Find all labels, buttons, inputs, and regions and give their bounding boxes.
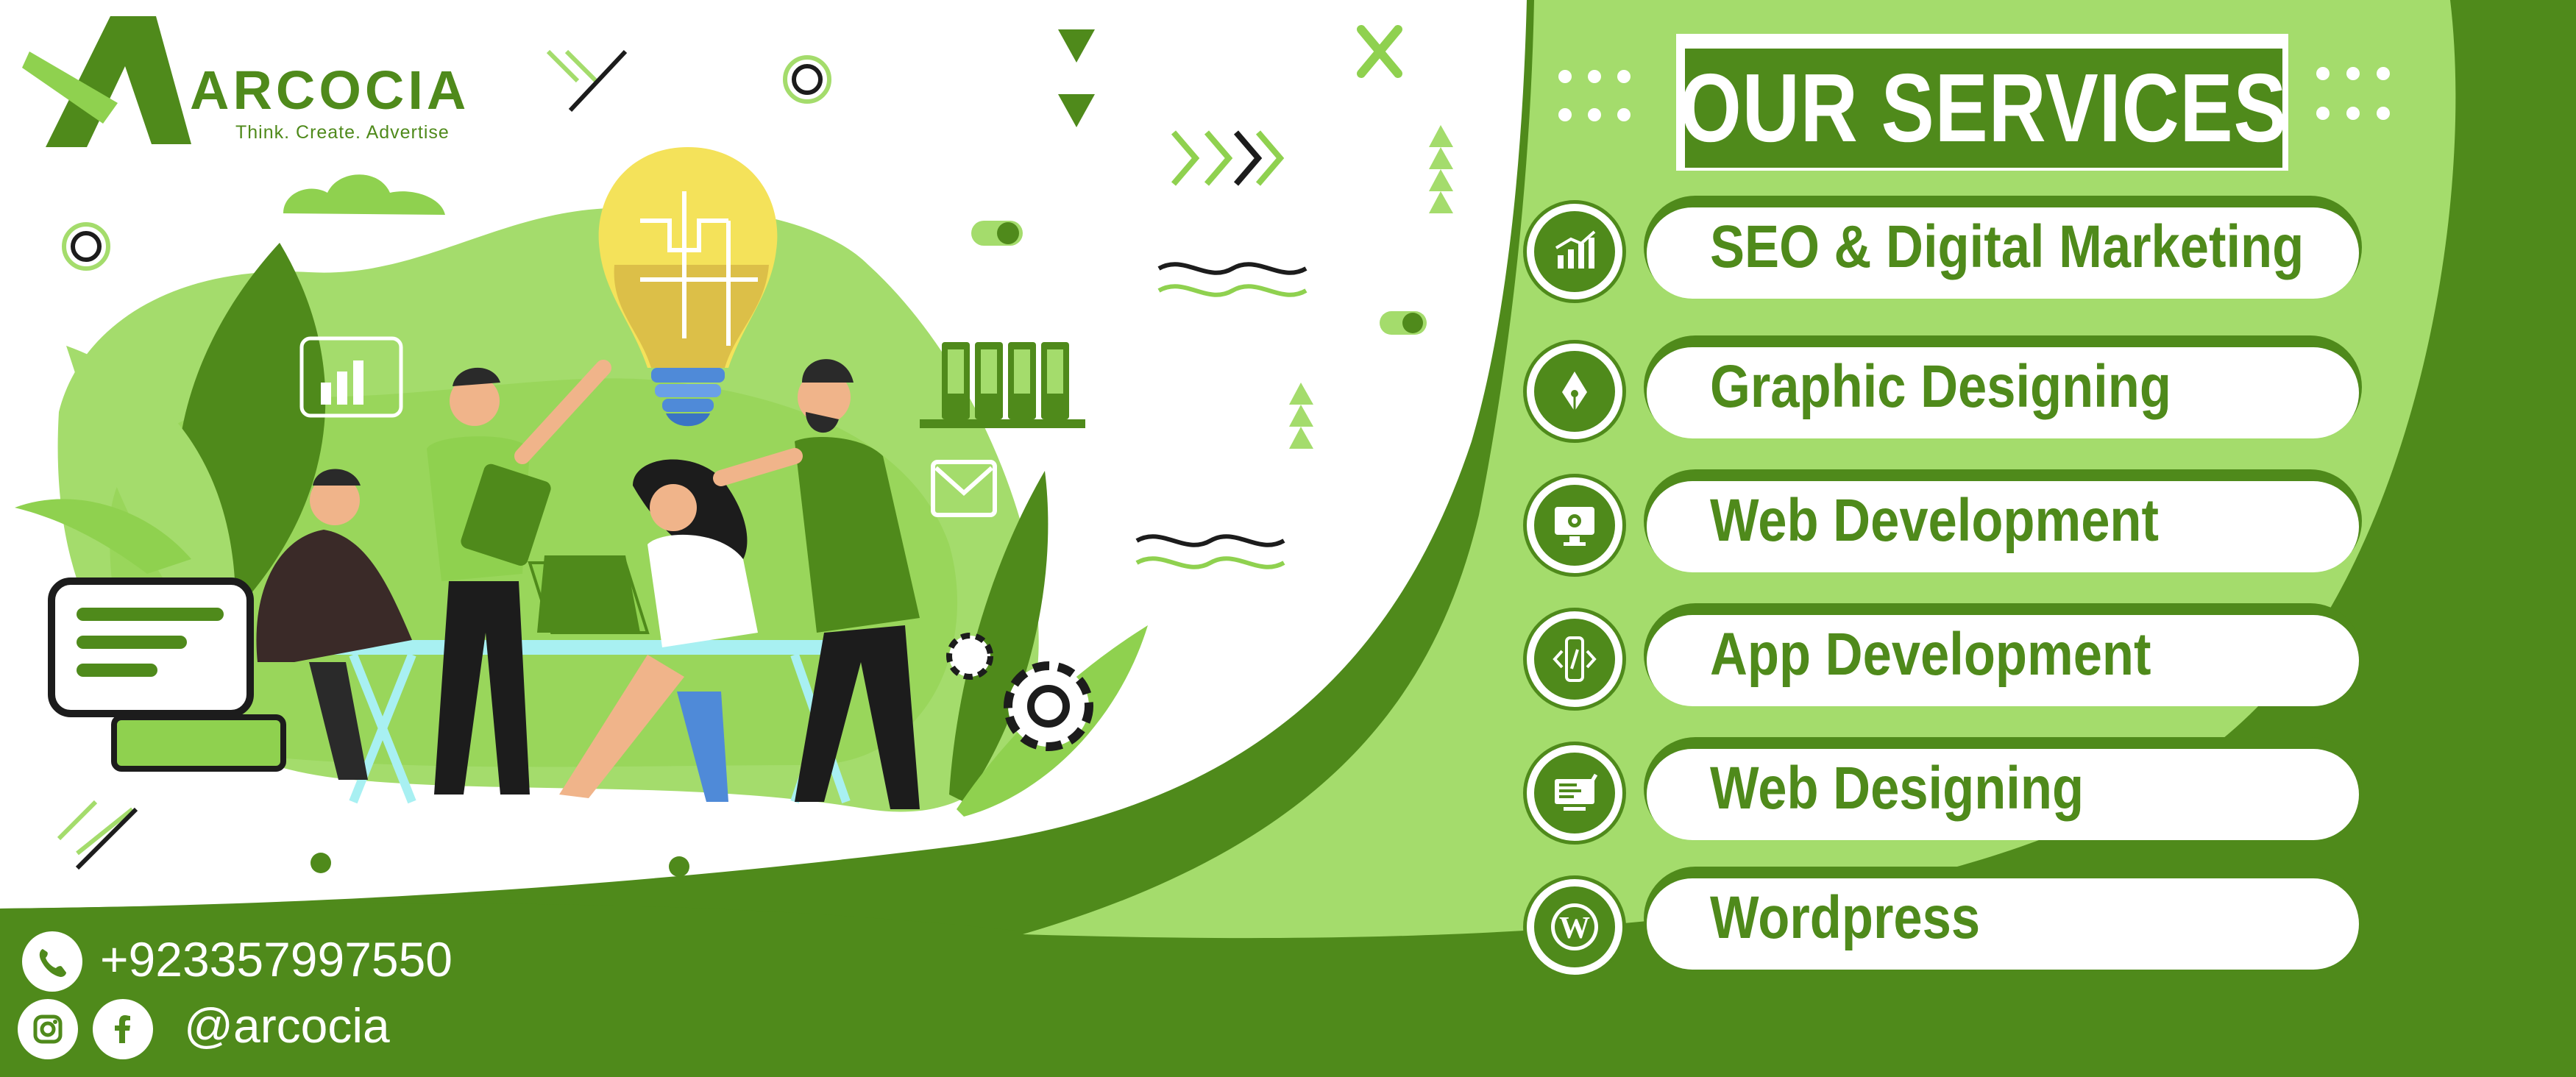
monitor-gear-icon <box>1523 474 1626 577</box>
logo-mark <box>22 16 191 147</box>
service-label: Wordpress <box>1710 884 1981 951</box>
services-banner: ARCOCIA Think. Create. Advertise OUR SER… <box>0 0 2576 1077</box>
service-label: App Development <box>1710 621 2151 688</box>
brand-tagline: Think. Create. Advertise <box>235 122 450 143</box>
social-handle[interactable]: @arcocia <box>184 998 390 1053</box>
brand-name: ARCOCIA <box>190 60 470 121</box>
instagram-icon[interactable] <box>18 999 78 1059</box>
mobile-code-icon <box>1523 608 1626 711</box>
chat-card-icon <box>48 577 286 772</box>
book-shelf-icon <box>920 342 1085 428</box>
wordpress-icon: W <box>1523 875 1626 978</box>
service-item-web-development[interactable]: Web Development <box>1644 469 2362 572</box>
phone-number[interactable]: +923357997550 <box>100 931 453 987</box>
service-item-seo[interactable]: SEO & Digital Marketing <box>1644 196 2362 299</box>
service-item-app-development[interactable]: App Development <box>1644 603 2362 706</box>
service-item-web-designing[interactable]: Web Designing <box>1644 737 2362 840</box>
services-title-box: OUR SERVICES <box>1680 49 2287 168</box>
service-label: Web Development <box>1710 487 2159 554</box>
service-item-wordpress[interactable]: Wordpress <box>1644 867 2362 970</box>
service-label: SEO & Digital Marketing <box>1710 213 2304 280</box>
service-item-graphic-designing[interactable]: Graphic Designing <box>1644 335 2362 438</box>
service-label: Graphic Designing <box>1710 353 2171 420</box>
left-bottom-wave <box>0 903 1015 1077</box>
phone-icon[interactable] <box>22 931 82 992</box>
monitor-design-icon <box>1523 742 1626 845</box>
pen-nib-icon <box>1523 340 1626 443</box>
growth-chart-icon <box>1523 200 1626 303</box>
facebook-icon[interactable] <box>93 999 153 1059</box>
service-label: Web Designing <box>1710 755 2084 822</box>
svg-text:W: W <box>1559 911 1590 945</box>
services-title: OUR SERVICES <box>1680 54 2288 162</box>
cloud-1 <box>283 174 445 215</box>
